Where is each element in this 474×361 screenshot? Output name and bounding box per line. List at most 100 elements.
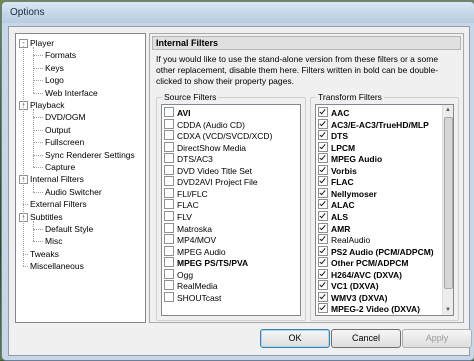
filter-item[interactable]: DVD Video Title Set [164, 164, 252, 176]
filter-checkbox[interactable] [164, 199, 174, 210]
filter-checkbox[interactable] [318, 176, 328, 187]
filter-checkbox[interactable] [164, 187, 174, 198]
scroll-thumb[interactable] [444, 117, 453, 289]
filter-checkbox[interactable] [318, 141, 328, 152]
filter-item[interactable]: WMV3 (DXVA) [318, 291, 388, 303]
ok-button[interactable]: OK [260, 329, 330, 348]
apply-button[interactable]: Apply [402, 329, 472, 348]
filter-checkbox[interactable] [318, 245, 328, 256]
tree-item-dvd-ogm[interactable]: DVD/OGM [45, 111, 86, 123]
filter-item[interactable]: DTS [318, 130, 348, 141]
filter-checkbox[interactable] [318, 118, 328, 129]
filter-item[interactable]: FLAC [318, 176, 354, 187]
cancel-button[interactable]: Cancel [331, 329, 401, 348]
filter-item[interactable]: AMR [318, 222, 350, 234]
filter-item[interactable]: DirectShow Media [164, 141, 246, 153]
filter-checkbox[interactable] [164, 245, 174, 256]
tree-item-tweaks[interactable]: Tweaks [30, 248, 59, 260]
title-bar[interactable]: Options [2, 2, 474, 23]
tree-item-keys[interactable]: Keys [45, 62, 64, 74]
filter-checkbox[interactable] [164, 268, 174, 279]
filter-item[interactable]: MPEG Audio [164, 245, 226, 257]
filter-checkbox[interactable] [318, 234, 328, 245]
filter-checkbox[interactable] [318, 210, 328, 221]
filter-item[interactable]: FLAC [164, 199, 199, 210]
filter-item[interactable]: FLI/FLC [164, 187, 208, 199]
filter-item[interactable]: MP4/MOV [164, 234, 216, 245]
filter-item[interactable]: H264/AVC (DXVA) [318, 268, 402, 280]
tree-item-capture[interactable]: Capture [45, 161, 75, 173]
filter-checkbox[interactable] [164, 118, 174, 129]
tree-item-external-filters[interactable]: External Filters [30, 198, 87, 210]
filter-checkbox[interactable] [164, 257, 174, 268]
filter-checkbox[interactable] [164, 280, 174, 291]
tree-item-formats[interactable]: Formats [45, 49, 76, 61]
filter-checkbox[interactable] [164, 164, 174, 175]
filter-checkbox[interactable] [318, 107, 328, 117]
filter-checkbox[interactable] [318, 199, 328, 210]
filter-item[interactable]: Ogg [164, 268, 193, 280]
tree-item-output[interactable]: Output [45, 124, 71, 136]
transform-filters-list[interactable]: MPEG-2 Video (DXVA) WMV3 (DXVA) VC1 (DXVA)… [315, 104, 454, 316]
filter-checkbox[interactable] [318, 222, 328, 233]
filter-checkbox[interactable] [164, 107, 174, 117]
filter-item[interactable]: ALAC [318, 199, 355, 210]
filter-checkbox[interactable] [318, 268, 328, 279]
filter-item[interactable]: LPCM [318, 141, 355, 153]
tree-item-miscellaneous[interactable]: Miscellaneous [30, 260, 84, 272]
transform-list-scrollbar[interactable]: ▲ ▼ [442, 105, 453, 315]
filter-checkbox[interactable] [164, 222, 174, 233]
filter-item[interactable]: ALS [318, 210, 348, 222]
filter-item[interactable]: MPEG Audio [318, 153, 382, 164]
filter-item[interactable]: Nellymoser [318, 187, 377, 199]
tree-item-default-style[interactable]: Default Style [45, 223, 93, 235]
tree-item-subtitles[interactable]: Subtitles [30, 211, 63, 223]
filter-checkbox[interactable] [164, 153, 174, 164]
filter-item[interactable]: MPEG PS/TS/PVA [164, 257, 248, 268]
filter-checkbox[interactable] [164, 130, 174, 141]
tree-item-playback[interactable]: Playback [30, 99, 65, 111]
filter-checkbox[interactable] [164, 210, 174, 221]
filter-item[interactable]: FLV [164, 210, 192, 222]
filter-label: CDDA (Audio CD) [177, 119, 246, 130]
filter-checkbox[interactable] [318, 164, 328, 175]
filter-item[interactable]: AC3/E-AC3/TrueHD/MLP [318, 118, 429, 130]
tree-item-web-interface[interactable]: Web Interface [45, 87, 98, 99]
filter-item[interactable]: CDXA (VCD/SVCD/XCD) [164, 130, 272, 141]
filter-checkbox[interactable] [318, 280, 328, 291]
filter-item[interactable]: Other PCM/ADPCM [318, 257, 408, 268]
filter-checkbox[interactable] [318, 130, 328, 141]
filter-checkbox[interactable] [164, 141, 174, 152]
filter-item[interactable]: AAC [318, 107, 349, 118]
scroll-up-icon[interactable]: ▲ [443, 105, 453, 115]
filter-checkbox[interactable] [318, 257, 328, 268]
tree-item-misc[interactable]: Misc [45, 235, 62, 247]
filter-checkbox[interactable] [164, 291, 174, 302]
filter-checkbox[interactable] [164, 234, 174, 245]
filter-item[interactable]: PS2 Audio (PCM/ADPCM) [318, 245, 434, 257]
filter-checkbox[interactable] [318, 153, 328, 164]
filter-checkbox[interactable] [164, 176, 174, 187]
options-tree[interactable]: Player - Formats Keys Logo Web Interface Playb… [15, 33, 146, 323]
filter-item[interactable]: MPEG-2 Video (DXVA) [318, 303, 420, 314]
tree-item-audio-switcher[interactable]: Audio Switcher [45, 186, 102, 198]
scroll-down-icon[interactable]: ▼ [443, 305, 453, 315]
filter-checkbox[interactable] [318, 291, 328, 302]
source-filters-list[interactable]: SHOUTcast RealMedia Ogg MPEG PS/TS/PVA MPEG … [161, 104, 301, 316]
filter-checkbox[interactable] [318, 187, 328, 198]
tree-item-sync-renderer-settings[interactable]: Sync Renderer Settings [45, 149, 135, 161]
filter-item[interactable]: Matroska [164, 222, 212, 234]
filter-item[interactable]: Vorbis [318, 164, 357, 176]
filter-item[interactable]: AVI [164, 107, 191, 118]
filter-item[interactable]: DVD2AVI Project File [164, 176, 258, 187]
tree-item-internal-filters[interactable]: Internal Filters [30, 173, 84, 185]
filter-item[interactable]: RealAudio [318, 234, 370, 245]
filter-checkbox[interactable] [318, 303, 328, 314]
filter-item[interactable]: DTS/AC3 [164, 153, 213, 164]
filter-item[interactable]: SHOUTcast [164, 291, 221, 303]
filter-item[interactable]: RealMedia [164, 280, 218, 291]
tree-item-logo[interactable]: Logo [45, 74, 64, 86]
tree-item-fullscreen[interactable]: Fullscreen [45, 136, 84, 148]
filter-item[interactable]: CDDA (Audio CD) [164, 118, 246, 130]
filter-item[interactable]: VC1 (DXVA) [318, 280, 379, 291]
